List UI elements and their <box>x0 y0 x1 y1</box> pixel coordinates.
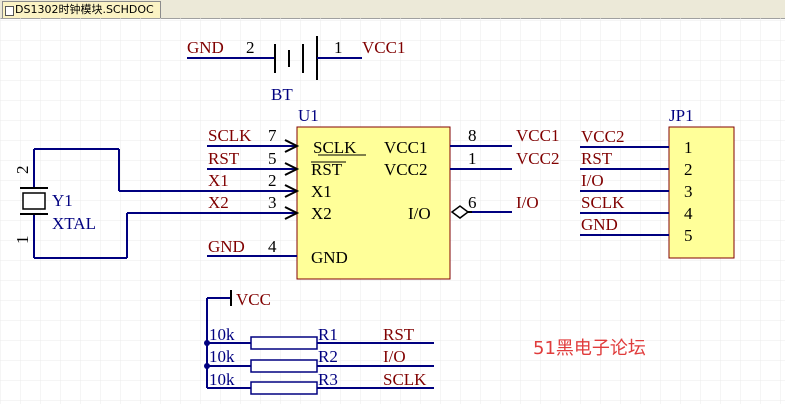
document-tab-bar: DS1302时钟模块.SCHDOC <box>0 0 785 19</box>
jp1-pin4-net-label: SCLK <box>581 193 625 212</box>
u1-vcc1-net-label: VCC1 <box>516 126 559 145</box>
u1-rst-pin-name: RST <box>311 160 343 179</box>
jp1-pin2-net-label: RST <box>581 149 613 168</box>
r2-net-label: I/O <box>383 347 406 366</box>
r2-body <box>250 359 318 373</box>
jp1-pin1-number: 1 <box>684 138 693 157</box>
jp1-pin5-net-label: GND <box>581 215 618 234</box>
u1-sclk-net-label: SCLK <box>208 126 252 145</box>
u1-x1-pin-name: X1 <box>311 182 332 201</box>
bt-pin2-number: 2 <box>246 38 255 57</box>
r1-body <box>250 336 318 350</box>
jp1-pin4-number: 4 <box>684 204 693 223</box>
y1-pin2-number: 2 <box>13 166 32 175</box>
bt-designator: BT <box>271 85 293 104</box>
u1-io-net-label: I/O <box>516 193 539 212</box>
u1-pin2-number: 2 <box>268 171 277 190</box>
u1-pin8-number: 8 <box>468 126 477 145</box>
jp1-body <box>668 126 735 259</box>
r2-designator: R2 <box>318 347 338 366</box>
u1-x1-net-label: X1 <box>208 171 229 190</box>
u1-sclk-pin-name: SCLK <box>313 138 357 157</box>
jp1-pin3-net-label: I/O <box>581 171 604 190</box>
u1-rst-net-label: RST <box>208 149 240 168</box>
u1-gnd-pin-name: GND <box>311 248 348 267</box>
u1-pin5-number: 5 <box>268 149 277 168</box>
u1-io-pin-name: I/O <box>408 204 431 223</box>
forum-watermark: 51黑电子论坛 <box>533 338 646 359</box>
u1-vcc2-pin-name: VCC2 <box>384 160 427 179</box>
u1-pin3-number: 3 <box>268 193 277 212</box>
r3-designator: R3 <box>318 370 338 389</box>
jp1-pin5-number: 5 <box>684 226 693 245</box>
u1-pin7-number: 7 <box>268 126 277 145</box>
u1-pin1-number: 1 <box>468 149 477 168</box>
u1-vcc1-pin-name: VCC1 <box>384 138 427 157</box>
y1-crystal-body <box>22 192 46 210</box>
jp1-pin2-number: 2 <box>684 160 693 179</box>
u1-vcc2-net-label: VCC2 <box>516 149 559 168</box>
u1-pin4-number: 4 <box>268 237 277 256</box>
schematic-sheet[interactable]: GND 2 1 VCC1 BT U1 SCLK RST X1 X2 GND 7 … <box>0 18 785 404</box>
u1-pin6-number: 6 <box>468 193 477 212</box>
pullup-vcc-net-label: VCC <box>236 290 271 309</box>
u1-designator: U1 <box>298 106 319 125</box>
r1-value: 10k <box>209 325 235 344</box>
bt-gnd-net-label: GND <box>187 38 224 57</box>
jp1-pin1-net-label: VCC2 <box>581 127 624 146</box>
y1-designator: Y1 <box>52 191 73 210</box>
document-tab-title: DS1302时钟模块.SCHDOC <box>15 3 154 16</box>
bt-vcc1-net-label: VCC1 <box>362 38 405 57</box>
r2-value: 10k <box>209 347 235 366</box>
schematic-doc-icon <box>5 6 14 16</box>
y1-value: XTAL <box>52 214 96 233</box>
u1-gnd-net-label: GND <box>208 237 245 256</box>
r3-value: 10k <box>209 370 235 389</box>
r3-body <box>250 381 318 395</box>
u1-x2-net-label: X2 <box>208 193 229 212</box>
bt-pin1-number: 1 <box>334 38 343 57</box>
jp1-designator: JP1 <box>669 106 694 125</box>
document-tab[interactable]: DS1302时钟模块.SCHDOC <box>2 1 161 18</box>
r1-designator: R1 <box>318 325 338 344</box>
r1-net-label: RST <box>383 325 415 344</box>
u1-x2-pin-name: X2 <box>311 204 332 223</box>
y1-pin1-number: 1 <box>13 236 32 245</box>
r3-net-label: SCLK <box>383 370 427 389</box>
jp1-pin3-number: 3 <box>684 182 693 201</box>
